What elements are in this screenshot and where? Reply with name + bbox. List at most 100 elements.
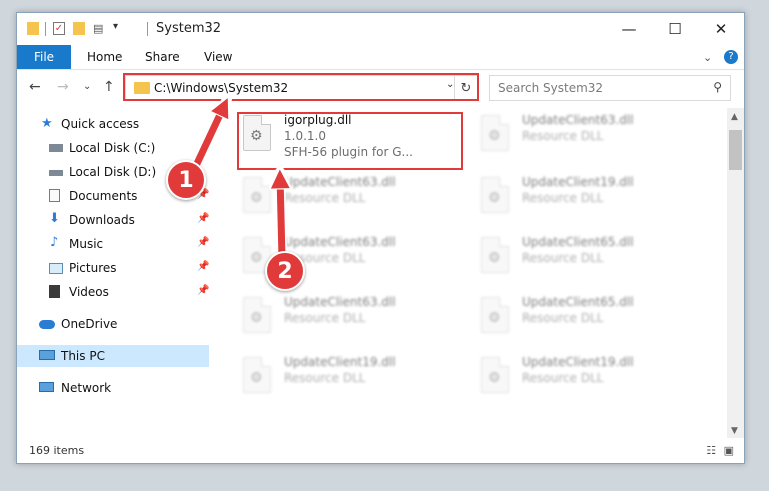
file-description: Resource DLL [284, 191, 366, 205]
sidebar-item-label: Quick access [61, 117, 140, 131]
customize-icon[interactable]: ▤ [93, 22, 107, 35]
sidebar-item-quick-access[interactable]: ★ Quick access [17, 113, 209, 135]
tab-share[interactable]: Share [145, 45, 180, 69]
divider [45, 22, 46, 36]
dll-file-icon: ⚙ [243, 297, 271, 333]
view-toggle[interactable]: ☷ ▣ [706, 444, 734, 457]
dll-file-icon: ⚙ [243, 177, 271, 213]
sidebar-item-label: OneDrive [61, 317, 118, 331]
vertical-scrollbar[interactable]: ▲ ▼ [727, 108, 744, 438]
properties-icon[interactable]: ✓ [53, 22, 65, 35]
file-name: UpdateClient19.dll [284, 355, 396, 369]
search-icon: ⚲ [713, 80, 722, 94]
dll-file-icon: ⚙ [481, 297, 509, 333]
cloud-icon [39, 320, 55, 329]
file-name: UpdateClient63.dll [284, 235, 396, 249]
dll-file-icon: ⚙ [243, 357, 271, 393]
folder-icon [27, 22, 39, 35]
new-folder-icon[interactable] [73, 22, 85, 35]
maximize-button[interactable]: ☐ [652, 13, 698, 45]
sidebar-item-label: Local Disk (D:) [69, 165, 157, 179]
file-item[interactable]: ⚙ UpdateClient65.dll Resource DLL [475, 232, 705, 286]
network-icon [39, 382, 54, 392]
scroll-up-icon[interactable]: ▲ [731, 112, 738, 122]
sidebar-item-label: Music [69, 237, 104, 251]
star-icon: ★ [41, 116, 53, 131]
sidebar-item-local-disk-c[interactable]: Local Disk (C:) [17, 137, 209, 159]
large-icons-view-icon[interactable]: ▣ [724, 444, 734, 457]
sidebar-item-label: Documents [69, 189, 138, 203]
file-name: UpdateClient65.dll [522, 295, 634, 309]
file-name: UpdateClient65.dll [522, 235, 634, 249]
sidebar-item-label: Videos [69, 285, 109, 299]
sidebar-item-label: Pictures [69, 261, 117, 275]
film-icon [49, 285, 60, 298]
forward-arrow-icon[interactable]: → [57, 79, 69, 95]
scroll-down-icon[interactable]: ▼ [731, 426, 738, 436]
pin-icon: 📌 [197, 237, 210, 248]
file-name: UpdateClient63.dll [522, 113, 634, 127]
file-name: UpdateClient63.dll [284, 295, 396, 309]
close-button[interactable]: ✕ [698, 13, 744, 45]
file-item[interactable]: ⚙ UpdateClient19.dll Resource DLL [475, 172, 705, 226]
item-count: 169 items [29, 444, 85, 457]
file-highlight-box [237, 112, 463, 170]
file-item[interactable]: ⚙ UpdateClient19.dll Resource DLL [475, 352, 705, 406]
drive-icon [49, 170, 63, 176]
file-name: UpdateClient19.dll [522, 355, 634, 369]
dll-file-icon: ⚙ [481, 237, 509, 273]
dll-file-icon: ⚙ [481, 177, 509, 213]
file-description: Resource DLL [522, 371, 604, 385]
search-placeholder: Search System32 [498, 81, 604, 95]
picture-icon [49, 263, 63, 274]
sidebar-item-network[interactable]: Network [17, 377, 209, 399]
file-description: Resource DLL [284, 371, 366, 385]
sidebar-item-label: Local Disk (C:) [69, 141, 156, 155]
download-arrow-icon: ⬇ [49, 211, 60, 226]
back-arrow-icon[interactable]: ← [29, 79, 41, 95]
tab-file[interactable]: File [17, 45, 71, 69]
file-item[interactable]: ⚙ UpdateClient19.dll Resource DLL [237, 352, 467, 406]
file-item[interactable]: ⚙ UpdateClient63.dll Resource DLL [475, 110, 705, 164]
sidebar-item-this-pc[interactable]: This PC [17, 345, 209, 367]
chevron-down-icon[interactable]: ▾ [113, 21, 118, 37]
window-title: System32 [156, 21, 222, 36]
file-name: UpdateClient63.dll [284, 175, 396, 189]
help-icon[interactable]: ? [724, 45, 738, 69]
navigation-pane: ★ Quick access Local Disk (C:) Local Dis… [17, 108, 209, 438]
dll-file-icon: ⚙ [481, 357, 509, 393]
tab-view[interactable]: View [204, 45, 232, 69]
step-2-badge: 2 [265, 251, 305, 291]
file-item[interactable]: ⚙ UpdateClient63.dll Resource DLL [237, 292, 467, 346]
sidebar-item-label: Network [61, 381, 112, 395]
recent-locations-icon[interactable]: ⌄ [83, 81, 91, 92]
sidebar-item-onedrive[interactable]: OneDrive [17, 313, 209, 335]
sidebar-item-downloads[interactable]: ⬇ Downloads 📌 [17, 209, 209, 231]
title-divider [147, 22, 148, 36]
up-arrow-icon[interactable]: ↑ [103, 79, 115, 95]
file-name: UpdateClient19.dll [522, 175, 634, 189]
tab-home[interactable]: Home [87, 45, 122, 69]
pin-icon: 📌 [197, 261, 210, 272]
sidebar-item-videos[interactable]: Videos 📌 [17, 281, 209, 303]
file-description: Resource DLL [522, 251, 604, 265]
file-description: Resource DLL [522, 311, 604, 325]
pin-icon: 📌 [197, 213, 210, 224]
sidebar-item-label: This PC [61, 349, 105, 363]
minimize-button[interactable]: — [606, 13, 652, 45]
file-item[interactable]: ⚙ UpdateClient63.dll Resource DLL [237, 172, 467, 226]
sidebar-item-label: Downloads [69, 213, 135, 227]
scrollbar-thumb[interactable] [729, 130, 742, 170]
file-explorer-window: ✓ ▤ ▾ System32 — ☐ ✕ File Home Share Vie… [16, 12, 745, 464]
file-description: Resource DLL [522, 129, 604, 143]
pin-icon: 📌 [197, 285, 210, 296]
sidebar-item-music[interactable]: ♪ Music 📌 [17, 233, 209, 255]
file-description: Resource DLL [284, 311, 366, 325]
sidebar-item-pictures[interactable]: Pictures 📌 [17, 257, 209, 279]
dll-file-icon: ⚙ [481, 115, 509, 151]
search-input[interactable]: Search System32 ⚲ [489, 75, 731, 101]
file-item[interactable]: ⚙ UpdateClient65.dll Resource DLL [475, 292, 705, 346]
ribbon-expand-icon[interactable]: ⌄ [703, 45, 712, 69]
document-icon [49, 189, 60, 202]
details-view-icon[interactable]: ☷ [706, 444, 716, 457]
